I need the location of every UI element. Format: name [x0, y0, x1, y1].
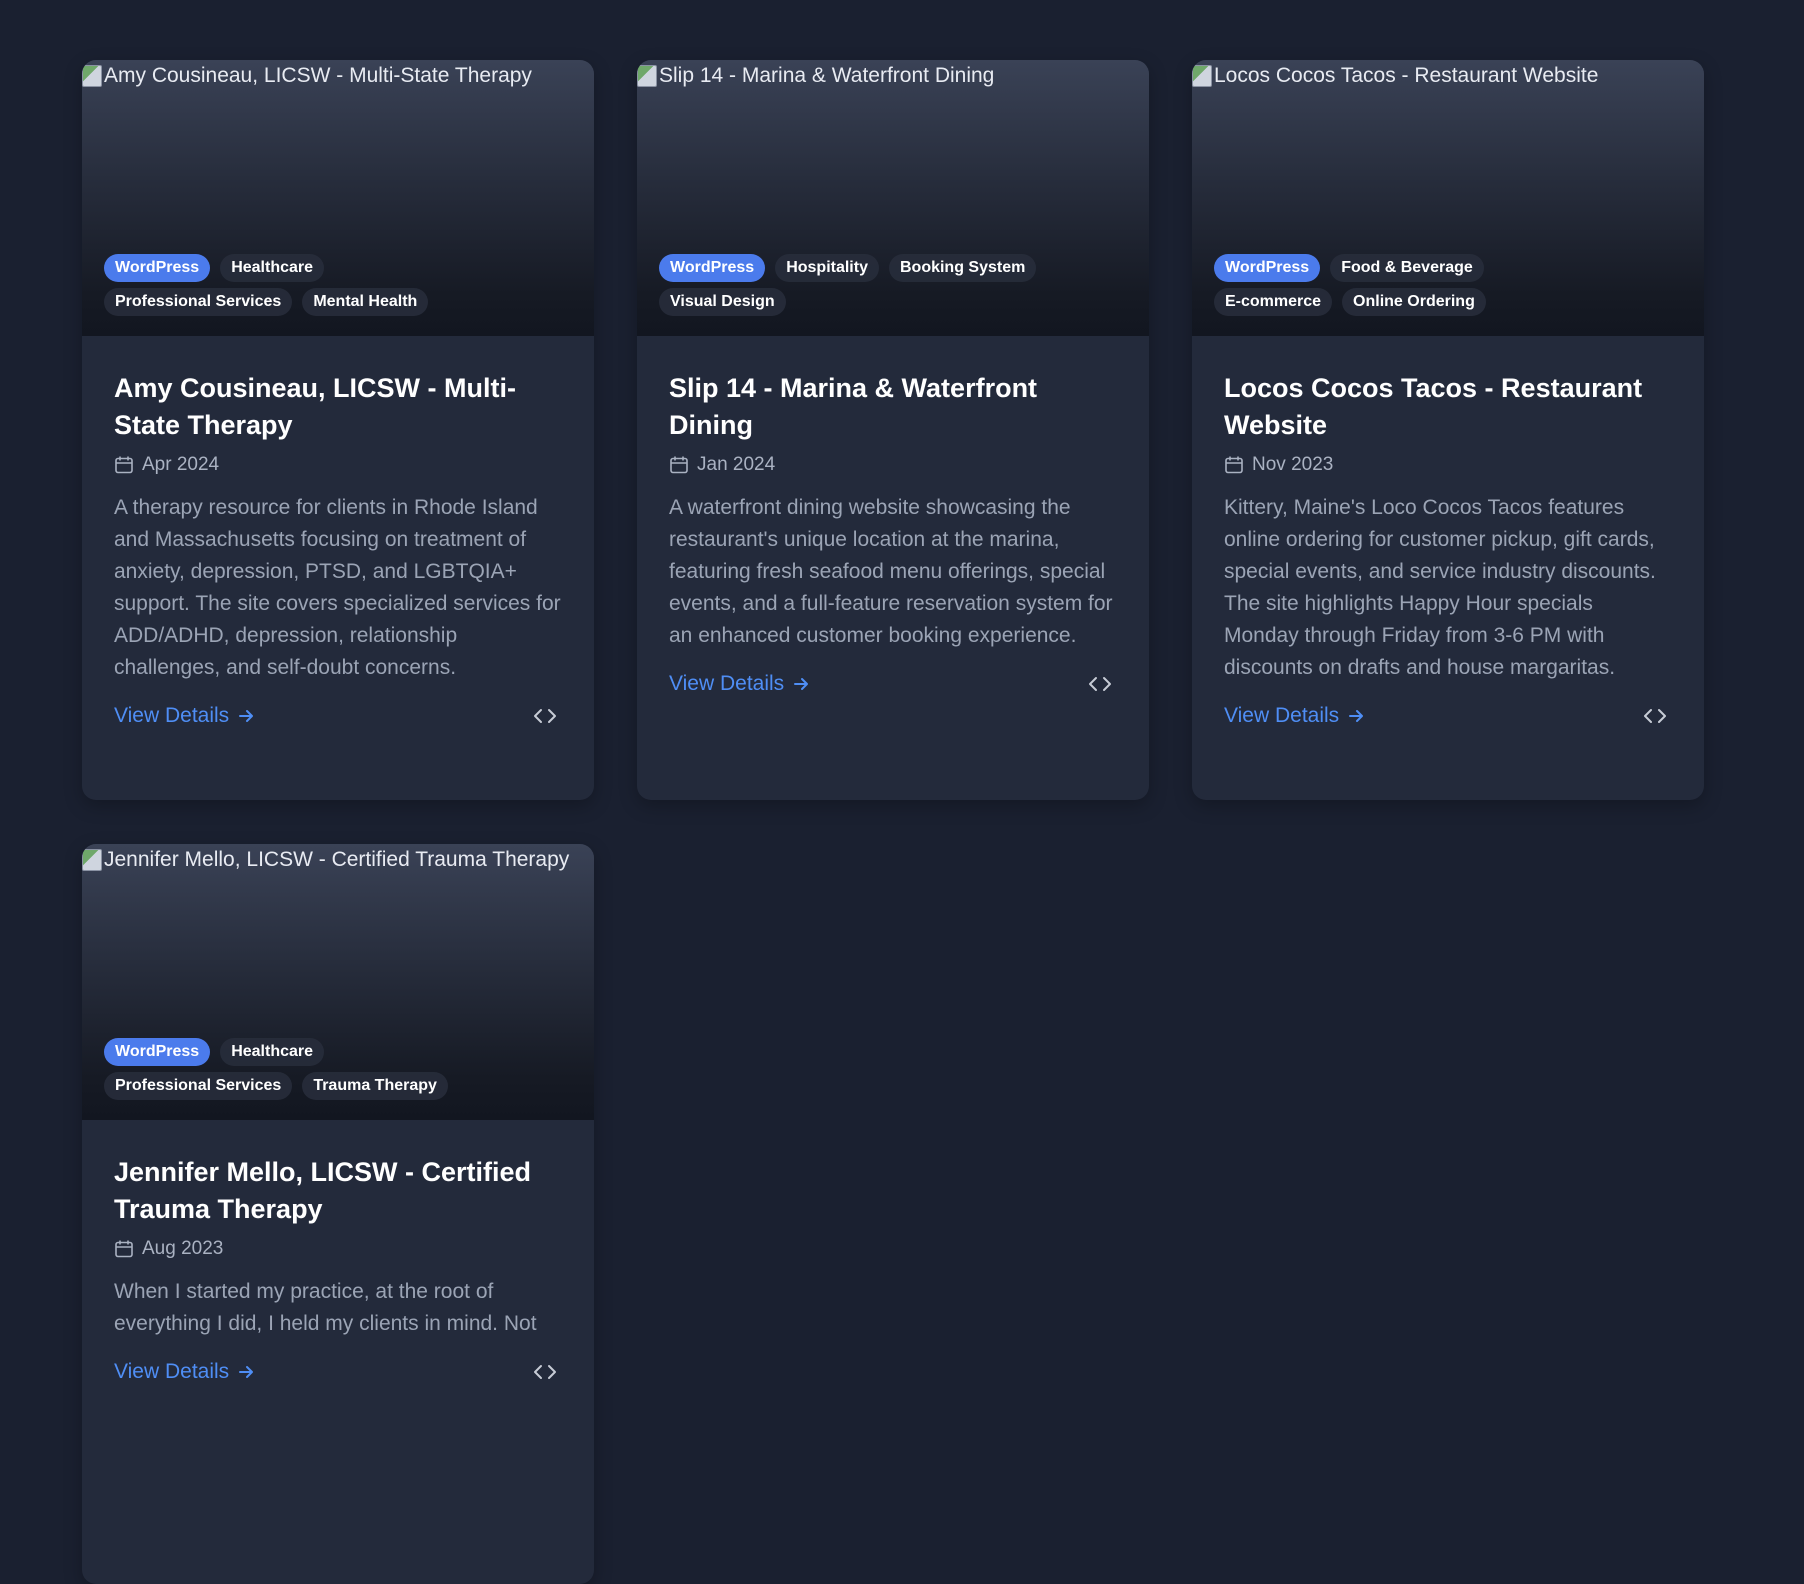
tag: WordPress [659, 254, 766, 282]
calendar-icon [1225, 456, 1243, 474]
arrow-right-icon [239, 1366, 254, 1378]
card-actions: View Details [1224, 704, 1672, 728]
calendar-icon [670, 456, 688, 474]
view-details-link[interactable]: View Details [114, 1360, 255, 1384]
card-body: Jennifer Mello, LICSW - Certified Trauma… [82, 1120, 594, 1384]
project-title: Jennifer Mello, LICSW - Certified Trauma… [114, 1157, 532, 1224]
image-alt: Slip 14 - Marina & Waterfront Dining [637, 63, 994, 89]
tag: Booking System [888, 254, 1037, 282]
project-image[interactable]: Slip 14 - Marina & Waterfront Dining Wor… [637, 60, 1149, 336]
calendar-icon [115, 1240, 133, 1258]
broken-image-icon [82, 849, 102, 871]
card-actions: View Details [114, 704, 562, 728]
card-body: Slip 14 - Marina & Waterfront Dining Jan… [637, 336, 1149, 696]
project-title: Amy Cousineau, LICSW - Multi-State Thera… [114, 373, 516, 440]
image-alt: Jennifer Mello, LICSW - Certified Trauma… [82, 847, 569, 873]
project-card: Jennifer Mello, LICSW - Certified Trauma… [82, 844, 594, 1584]
project-card: Slip 14 - Marina & Waterfront Dining Wor… [637, 60, 1149, 800]
image-alt: Amy Cousineau, LICSW - Multi-State Thera… [82, 63, 532, 89]
tag: WordPress [104, 1038, 211, 1066]
project-date: Nov 2023 [1224, 454, 1672, 476]
project-card: Locos Cocos Tacos - Restaurant Website W… [1192, 60, 1704, 800]
card-actions: View Details [114, 1360, 562, 1384]
card-actions: View Details [669, 672, 1117, 696]
tag: Professional Services [104, 288, 293, 316]
code-icon[interactable] [1642, 705, 1668, 727]
project-description: When I started my practice, at the root … [114, 1280, 537, 1335]
arrow-right-icon [239, 710, 254, 722]
project-title: Slip 14 - Marina & Waterfront Dining [669, 373, 1038, 440]
code-icon[interactable] [532, 1361, 558, 1383]
project-image[interactable]: Jennifer Mello, LICSW - Certified Trauma… [82, 844, 594, 1120]
project-title: Locos Cocos Tacos - Restaurant Website [1224, 373, 1643, 440]
broken-image-icon [1192, 65, 1212, 87]
arrow-right-icon [1349, 710, 1364, 722]
card-body: Locos Cocos Tacos - Restaurant Website N… [1192, 336, 1704, 728]
card-body: Amy Cousineau, LICSW - Multi-State Thera… [82, 336, 594, 728]
project-description: A therapy resource for clients in Rhode … [114, 496, 561, 679]
project-date: Aug 2023 [114, 1238, 562, 1260]
calendar-icon [115, 456, 133, 474]
tag: Healthcare [220, 254, 325, 282]
tag: WordPress [104, 254, 211, 282]
tag-list: WordPress Hospitality Booking System Vis… [659, 254, 1039, 316]
tag: Trauma Therapy [302, 1072, 448, 1100]
tag-list: WordPress Food & Beverage E-commerce Onl… [1214, 254, 1594, 316]
tag: Mental Health [302, 288, 429, 316]
project-grid: Amy Cousineau, LICSW - Multi-State Thera… [82, 60, 1704, 1584]
project-image[interactable]: Locos Cocos Tacos - Restaurant Website W… [1192, 60, 1704, 336]
code-icon[interactable] [532, 705, 558, 727]
tag-list: WordPress Healthcare Professional Servic… [104, 1038, 484, 1100]
project-date: Apr 2024 [114, 454, 562, 476]
tag-list: WordPress Healthcare Professional Servic… [104, 254, 484, 316]
tag: Visual Design [659, 288, 786, 316]
broken-image-icon [82, 65, 102, 87]
project-date: Jan 2024 [669, 454, 1117, 476]
project-image[interactable]: Amy Cousineau, LICSW - Multi-State Thera… [82, 60, 594, 336]
project-description: A waterfront dining website showcasing t… [669, 496, 1113, 647]
tag: WordPress [1214, 254, 1321, 282]
image-alt: Locos Cocos Tacos - Restaurant Website [1192, 63, 1598, 89]
view-details-link[interactable]: View Details [669, 672, 810, 696]
tag: Online Ordering [1342, 288, 1486, 316]
tag: Healthcare [220, 1038, 325, 1066]
view-details-link[interactable]: View Details [1224, 704, 1365, 728]
tag: Hospitality [775, 254, 879, 282]
arrow-right-icon [794, 678, 809, 690]
tag: Professional Services [104, 1072, 293, 1100]
broken-image-icon [637, 65, 657, 87]
code-icon[interactable] [1087, 673, 1113, 695]
view-details-link[interactable]: View Details [114, 704, 255, 728]
tag: E-commerce [1214, 288, 1333, 316]
project-description: Kittery, Maine's Loco Cocos Tacos featur… [1224, 496, 1656, 679]
project-card: Amy Cousineau, LICSW - Multi-State Thera… [82, 60, 594, 800]
tag: Food & Beverage [1330, 254, 1484, 282]
